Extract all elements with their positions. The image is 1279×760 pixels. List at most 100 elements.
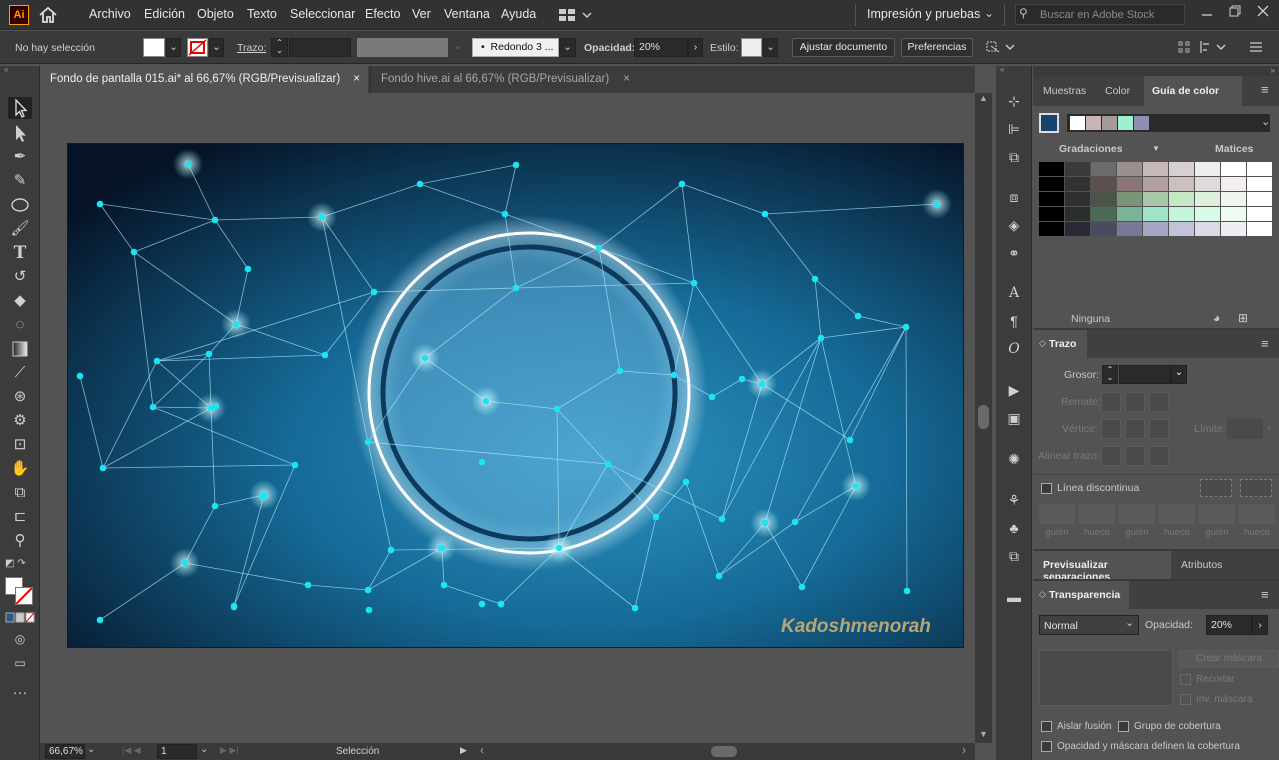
- direct-selection-tool-icon[interactable]: [8, 122, 32, 144]
- stroke-dropdown[interactable]: ⌄: [209, 38, 224, 57]
- arrange-documents-icon[interactable]: [558, 8, 594, 22]
- color-wheel-icon[interactable]: ◕: [1213, 311, 1220, 325]
- minimize-icon[interactable]: [1200, 5, 1214, 19]
- opacity-mask-knockout-checkbox[interactable]: [1041, 741, 1052, 752]
- rotate-tool-icon[interactable]: ↺: [8, 266, 32, 288]
- base-color-swatch[interactable]: [1039, 113, 1059, 133]
- color-variation-swatch[interactable]: [1039, 177, 1064, 191]
- dash-gap-field[interactable]: [1199, 504, 1235, 524]
- crop-tool-icon[interactable]: ⊏: [8, 506, 32, 528]
- fill-stroke-icon[interactable]: [5, 577, 35, 609]
- character-panel-icon[interactable]: A: [1002, 282, 1026, 304]
- opacity-field[interactable]: 20%: [634, 38, 688, 57]
- chevron-down-icon[interactable]: ⌄: [1261, 115, 1270, 128]
- menu-ver[interactable]: Ver: [412, 7, 431, 21]
- page-field[interactable]: 1: [157, 744, 197, 759]
- vertical-scrollbar[interactable]: ▲ ▼: [975, 93, 992, 743]
- color-variation-swatch[interactable]: [1143, 177, 1168, 191]
- dash-gap-field[interactable]: [1239, 504, 1275, 524]
- color-variation-swatch[interactable]: [1117, 177, 1142, 191]
- color-variation-swatch[interactable]: [1143, 207, 1168, 221]
- network-artwork[interactable]: Kadoshmenorah: [68, 144, 964, 648]
- save-group-icon[interactable]: ⊞: [1238, 311, 1248, 325]
- type-tool-icon[interactable]: T: [8, 242, 32, 264]
- color-variation-swatch[interactable]: [1169, 177, 1194, 191]
- collapse-icon[interactable]: «: [1000, 66, 1028, 74]
- distribute-icon[interactable]: [1199, 40, 1229, 54]
- puppet-warp-tool-icon[interactable]: ✋: [8, 458, 32, 480]
- menu-texto[interactable]: Texto: [247, 7, 277, 21]
- chevron-down-icon[interactable]: ⌄: [1125, 616, 1134, 629]
- tab-fondo-015[interactable]: Fondo de pantalla 015.ai* al 66,67% (RGB…: [40, 66, 368, 93]
- eyedropper-tool-icon[interactable]: ⟋: [8, 362, 32, 384]
- tab-stroke[interactable]: ◇ Trazo: [1033, 330, 1087, 358]
- align-icon[interactable]: [1177, 40, 1191, 54]
- close-icon[interactable]: ×: [623, 66, 630, 93]
- fill-dropdown[interactable]: ⌄: [166, 38, 181, 57]
- align-stroke-buttons[interactable]: [1101, 446, 1173, 466]
- color-variation-swatch[interactable]: [1247, 222, 1272, 236]
- dash-align-corners-button[interactable]: [1200, 479, 1232, 497]
- color-variation-swatch[interactable]: [1039, 192, 1064, 206]
- preferences-button[interactable]: Preferencias: [901, 38, 973, 57]
- tab-fondo-hive[interactable]: Fondo hive.ai al 66,67% (RGB/Previsualiz…: [370, 66, 638, 93]
- appearance-panel-icon[interactable]: ✺: [1002, 448, 1026, 470]
- blend-tool-icon[interactable]: ⊛: [8, 386, 32, 408]
- harmony-swatch[interactable]: [1070, 116, 1085, 130]
- weight-field[interactable]: [1119, 365, 1171, 384]
- menu-ventana[interactable]: Ventana: [444, 7, 490, 21]
- color-variation-swatch[interactable]: [1221, 192, 1246, 206]
- eraser-tool-icon[interactable]: ◆: [8, 290, 32, 312]
- paintbrush-tool-icon[interactable]: 🖌: [8, 218, 32, 240]
- stock-search-box[interactable]: ⚲ Buscar en Adobe Stock: [1015, 4, 1185, 25]
- color-variation-swatch[interactable]: [1169, 192, 1194, 206]
- color-variation-swatch[interactable]: [1247, 192, 1272, 206]
- color-variation-swatch[interactable]: [1143, 222, 1168, 236]
- tab-attributes[interactable]: Atributos: [1181, 559, 1222, 571]
- chevron-down-icon[interactable]: ⌄: [87, 744, 95, 755]
- color-variation-swatch[interactable]: [1117, 207, 1142, 221]
- hscroll-thumb[interactable]: [711, 746, 737, 757]
- harmony-swatch[interactable]: [1134, 116, 1149, 130]
- brush-definition[interactable]: • Redondo 3 ...: [472, 38, 559, 57]
- style-dropdown[interactable]: ⌄: [763, 38, 778, 57]
- more-tools-icon[interactable]: ···: [8, 682, 32, 704]
- knockout-group-checkbox[interactable]: [1118, 721, 1129, 732]
- variable-width-profile[interactable]: [357, 38, 448, 57]
- screen-mode-icon[interactable]: ▭: [8, 652, 32, 674]
- color-variation-swatch[interactable]: [1117, 222, 1142, 236]
- color-variation-swatch[interactable]: [1195, 207, 1220, 221]
- lasso-tool-icon[interactable]: ◌: [8, 314, 32, 336]
- layers-panel-icon[interactable]: ◈: [1002, 214, 1026, 236]
- color-variation-swatch[interactable]: [1091, 207, 1116, 221]
- scroll-up-icon[interactable]: ▲: [979, 93, 988, 103]
- cap-buttons[interactable]: [1101, 392, 1173, 412]
- panel-menu-icon[interactable]: ≡: [1261, 336, 1269, 351]
- make-mask-button[interactable]: Crear máscara: [1179, 650, 1279, 668]
- chevron-right-icon[interactable]: ›: [688, 38, 703, 57]
- isolate-blending-checkbox[interactable]: [1041, 721, 1052, 732]
- color-variation-swatch[interactable]: [1143, 162, 1168, 176]
- symbol-sprayer-tool-icon[interactable]: ⚙: [8, 410, 32, 432]
- color-variation-swatch[interactable]: [1091, 222, 1116, 236]
- close-icon[interactable]: [1256, 4, 1270, 18]
- restore-icon[interactable]: [1228, 4, 1242, 18]
- artboards-panel-icon[interactable]: ⧈: [1002, 186, 1026, 208]
- color-variation-swatch[interactable]: [1091, 177, 1116, 191]
- clip-checkbox[interactable]: [1180, 674, 1191, 685]
- zoom-tool-icon[interactable]: ⚲: [8, 530, 32, 552]
- chevron-down-icon[interactable]: ⌄: [1171, 365, 1187, 384]
- color-variation-swatch[interactable]: [1221, 207, 1246, 221]
- menu-efecto[interactable]: Efecto: [365, 7, 400, 21]
- transform-icon[interactable]: [984, 39, 1016, 55]
- scroll-down-icon[interactable]: ▼: [979, 729, 988, 739]
- color-variation-swatch[interactable]: [1091, 192, 1116, 206]
- color-variation-swatch[interactable]: [1039, 207, 1064, 221]
- panel-menu-icon[interactable]: ≡: [1261, 587, 1269, 602]
- tab-color-guide[interactable]: Guía de color: [1144, 76, 1242, 106]
- menu-ayuda[interactable]: Ayuda: [501, 7, 536, 21]
- color-variation-swatch[interactable]: [1169, 222, 1194, 236]
- harmony-swatch[interactable]: [1102, 116, 1117, 130]
- corner-buttons[interactable]: [1101, 419, 1173, 439]
- dash-preserve-button[interactable]: [1240, 479, 1272, 497]
